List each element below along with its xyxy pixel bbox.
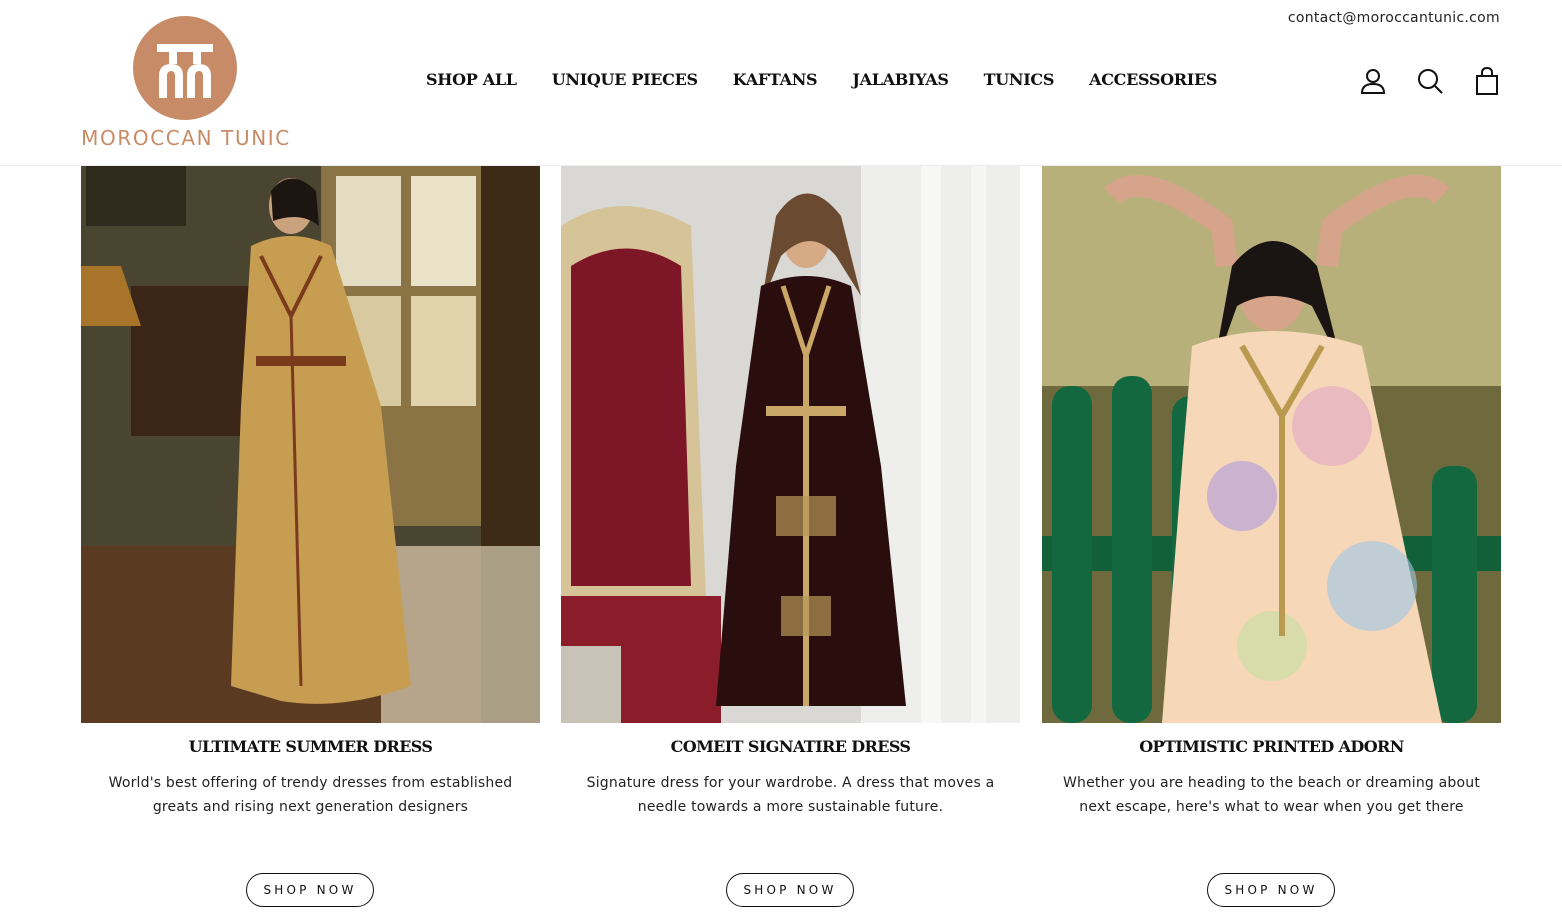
nav-unique-pieces[interactable]: UNIQUE PIECES [552, 70, 698, 96]
product-title[interactable]: OPTIMISTIC PRINTED ADORN [1042, 737, 1501, 756]
brand-logo[interactable]: MOROCCAN TUNIC [80, 14, 292, 154]
model-gold-kaftan-photo[interactable] [81, 166, 540, 723]
search-icon[interactable] [1415, 66, 1445, 96]
product-title[interactable]: COMEIT SIGNATIRE DRESS [561, 737, 1020, 756]
model-printed-tunic-photo[interactable] [1042, 166, 1501, 723]
contact-email-link[interactable]: contact@moroccantunic.com [1288, 10, 1500, 26]
logo-mark [133, 16, 237, 120]
product-title[interactable]: ULTIMATE SUMMER DRESS [81, 737, 540, 756]
nav-tunics[interactable]: TUNICS [984, 70, 1055, 96]
nav-jalabiyas[interactable]: JALABIYAS [852, 70, 949, 96]
site-header: contact@moroccantunic.com MOROCCAN TUNIC… [0, 0, 1562, 166]
shop-now-button[interactable]: SHOP NOW [726, 873, 854, 907]
cart-icon[interactable] [1472, 66, 1502, 96]
account-icon[interactable] [1358, 66, 1388, 96]
product-description: Signature dress for your wardrobe. A dre… [586, 775, 995, 815]
logo-text: MOROCCAN TUNIC [81, 126, 291, 150]
shop-now-button[interactable]: SHOP NOW [246, 873, 374, 907]
model-velvet-dress-photo[interactable] [561, 166, 1020, 723]
product-description: World's best offering of trendy dresses … [108, 775, 513, 815]
product-description: Whether you are heading to the beach or … [1062, 775, 1481, 815]
nav-shop-all[interactable]: SHOP ALL [426, 70, 517, 96]
shop-now-button[interactable]: SHOP NOW [1207, 873, 1335, 907]
nav-accessories[interactable]: ACCESSORIES [1089, 70, 1217, 96]
nav-kaftans[interactable]: KAFTANS [733, 70, 818, 96]
header-icons [1331, 66, 1502, 96]
main-nav: SHOP ALL UNIQUE PIECES KAFTANS JALABIYAS… [426, 70, 1217, 96]
